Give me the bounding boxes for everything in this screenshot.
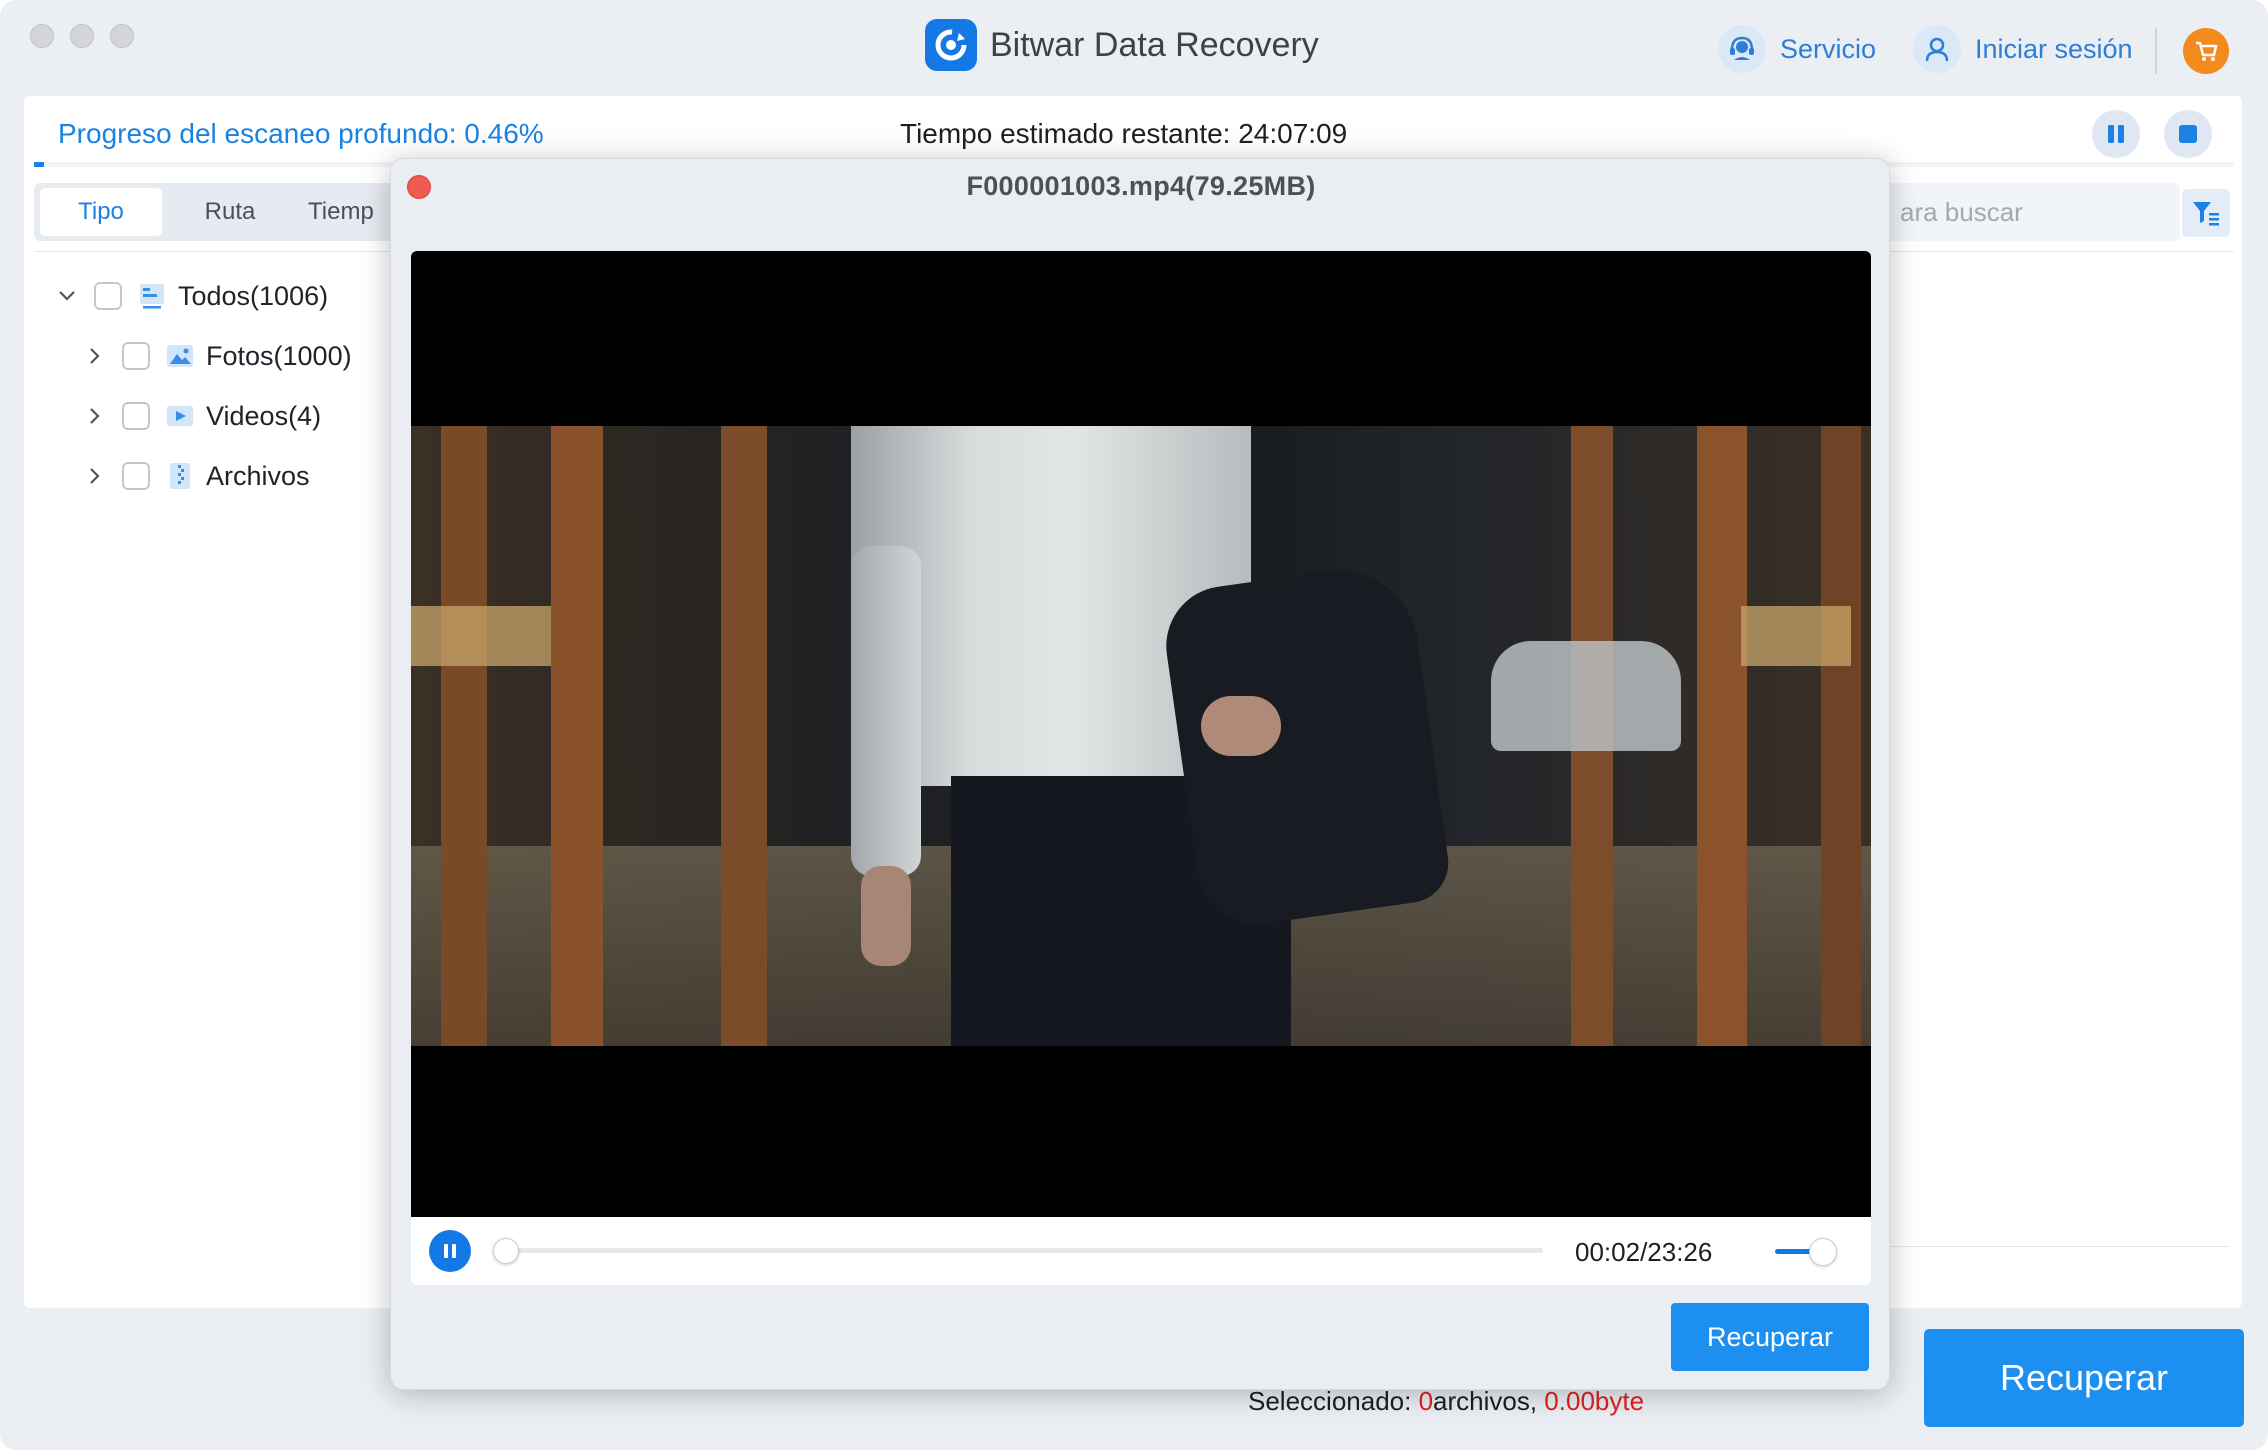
checkbox[interactable] xyxy=(122,462,150,490)
selection-size: 0.00byte xyxy=(1544,1386,1645,1416)
seek-handle[interactable] xyxy=(493,1238,519,1264)
window-close-button[interactable] xyxy=(30,24,54,48)
pause-scan-button[interactable] xyxy=(2092,110,2140,158)
stop-scan-button[interactable] xyxy=(2164,110,2212,158)
service-button[interactable]: Servicio xyxy=(1718,25,1876,73)
scan-progress-fill xyxy=(34,162,45,167)
tree-label: Archivos xyxy=(206,460,310,491)
checkbox[interactable] xyxy=(122,342,150,370)
recover-button[interactable]: Recuperar xyxy=(1924,1329,2244,1427)
volume-handle[interactable] xyxy=(1809,1238,1837,1266)
app-title: Bitwar Data Recovery xyxy=(990,26,1319,64)
filter-icon[interactable] xyxy=(2182,189,2230,237)
search-input[interactable]: ara buscar xyxy=(1884,183,2180,241)
chevron-right-icon[interactable] xyxy=(82,403,108,429)
window-minimize-button[interactable] xyxy=(70,24,94,48)
checkbox[interactable] xyxy=(94,282,122,310)
stop-icon xyxy=(2179,125,2197,143)
login-label: Iniciar sesión xyxy=(1975,33,2133,64)
preview-recover-button[interactable]: Recuperar xyxy=(1671,1303,1869,1371)
chevron-right-icon[interactable] xyxy=(82,343,108,369)
window-zoom-button[interactable] xyxy=(110,24,134,48)
tree-item-todos[interactable]: Todos(1006) xyxy=(54,266,352,326)
scan-progress-label: Progreso del escaneo profundo: 0.46% xyxy=(58,118,544,149)
user-icon xyxy=(1913,25,1961,73)
pause-icon xyxy=(2108,125,2124,143)
video-frame-image xyxy=(411,426,1871,1046)
image-icon xyxy=(164,340,196,372)
selection-files-word: archivos, xyxy=(1433,1386,1545,1416)
video-preview-dialog: F000001003.mp4(79.25MB) 00:02/23:26 Recu… xyxy=(390,158,1890,1390)
tree-item-fotos[interactable]: Fotos(1000) xyxy=(54,326,352,386)
app-window: Bitwar Data Recovery Servicio Iniciar se… xyxy=(0,0,2268,1450)
playback-time: 00:02/23:26 xyxy=(1575,1237,1713,1267)
checkbox[interactable] xyxy=(122,402,150,430)
cart-icon[interactable] xyxy=(2183,28,2229,74)
selection-prefix: Seleccionado: xyxy=(1248,1386,1419,1416)
selection-summary: Seleccionado: 0archivos, 0.00byte xyxy=(1248,1386,1644,1417)
service-label: Servicio xyxy=(1780,33,1877,64)
preview-file-title: F000001003.mp4(79.25MB) xyxy=(966,171,1316,201)
seek-bar[interactable] xyxy=(503,1248,1543,1253)
tree-label: Fotos(1000) xyxy=(206,340,352,371)
view-tabs: Tipo Ruta Tiemp xyxy=(34,183,434,241)
eta-label: Tiempo estimado restante: 24:07:09 xyxy=(900,118,1348,149)
header-divider xyxy=(2155,28,2157,74)
pause-playback-button[interactable] xyxy=(429,1230,471,1272)
login-button[interactable]: Iniciar sesión xyxy=(1913,25,2133,73)
list-separator xyxy=(1884,1246,2230,1247)
tab-ruta[interactable]: Ruta xyxy=(162,188,298,236)
video-icon xyxy=(164,400,196,432)
chevron-down-icon[interactable] xyxy=(54,283,80,309)
chevron-right-icon[interactable] xyxy=(82,463,108,489)
title-bar: Bitwar Data Recovery Servicio Iniciar se… xyxy=(0,0,2268,94)
selection-count: 0 xyxy=(1418,1386,1434,1416)
pause-icon xyxy=(444,1244,456,1258)
file-type-tree: Todos(1006) Fotos(1000) Videos(4) Archiv… xyxy=(54,266,352,506)
tree-item-archivos[interactable]: Archivos xyxy=(54,446,352,506)
tree-item-videos[interactable]: Videos(4) xyxy=(54,386,352,446)
tab-tipo[interactable]: Tipo xyxy=(40,188,162,236)
bitwar-logo-icon xyxy=(925,19,977,71)
all-files-icon xyxy=(136,280,168,312)
archive-icon xyxy=(164,460,196,492)
video-player[interactable] xyxy=(411,251,1871,1217)
headset-icon xyxy=(1718,25,1766,73)
tree-label: Videos(4) xyxy=(206,400,322,431)
player-controls: 00:02/23:26 xyxy=(411,1217,1871,1285)
tree-label: Todos(1006) xyxy=(178,280,329,311)
